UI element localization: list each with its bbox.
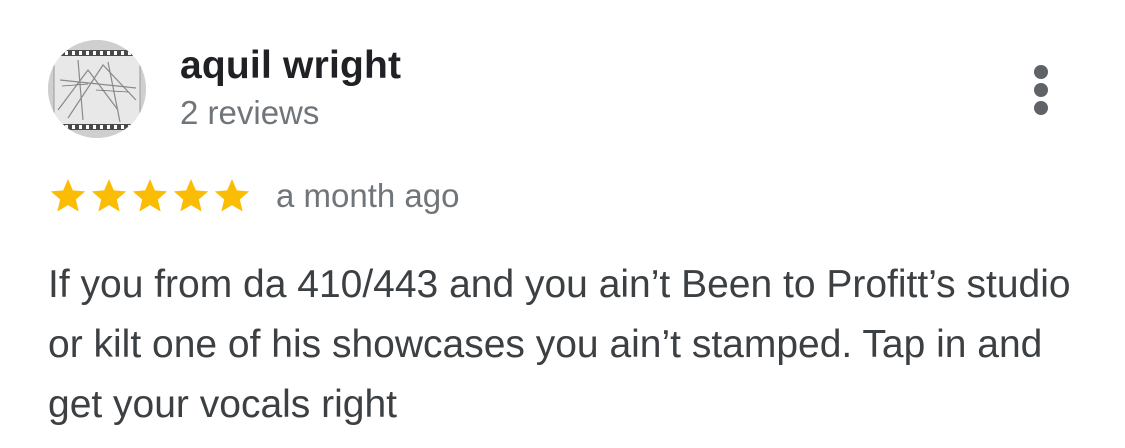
star-icon bbox=[214, 179, 250, 212]
more-options-button[interactable] bbox=[1016, 60, 1066, 120]
profile-photo-icon bbox=[48, 40, 146, 138]
star-icon bbox=[50, 179, 86, 212]
author-name[interactable]: aquil wright bbox=[180, 42, 401, 90]
more-vert-icon bbox=[1034, 65, 1048, 79]
review-card: aquil wright 2 reviews a month ago If yo… bbox=[0, 0, 1125, 448]
more-vert-icon bbox=[1034, 101, 1048, 115]
star-icon bbox=[91, 179, 127, 212]
review-count: 2 reviews bbox=[180, 94, 320, 131]
star-icon bbox=[132, 179, 168, 212]
review-text: If you from da 410/443 and you ain’t Bee… bbox=[48, 263, 1071, 426]
avatar[interactable] bbox=[48, 40, 146, 138]
star-icon bbox=[173, 179, 209, 212]
review-date: a month ago bbox=[276, 177, 460, 214]
star-rating bbox=[48, 176, 258, 216]
more-vert-icon bbox=[1034, 83, 1048, 97]
rating-row: a month ago bbox=[48, 172, 459, 220]
